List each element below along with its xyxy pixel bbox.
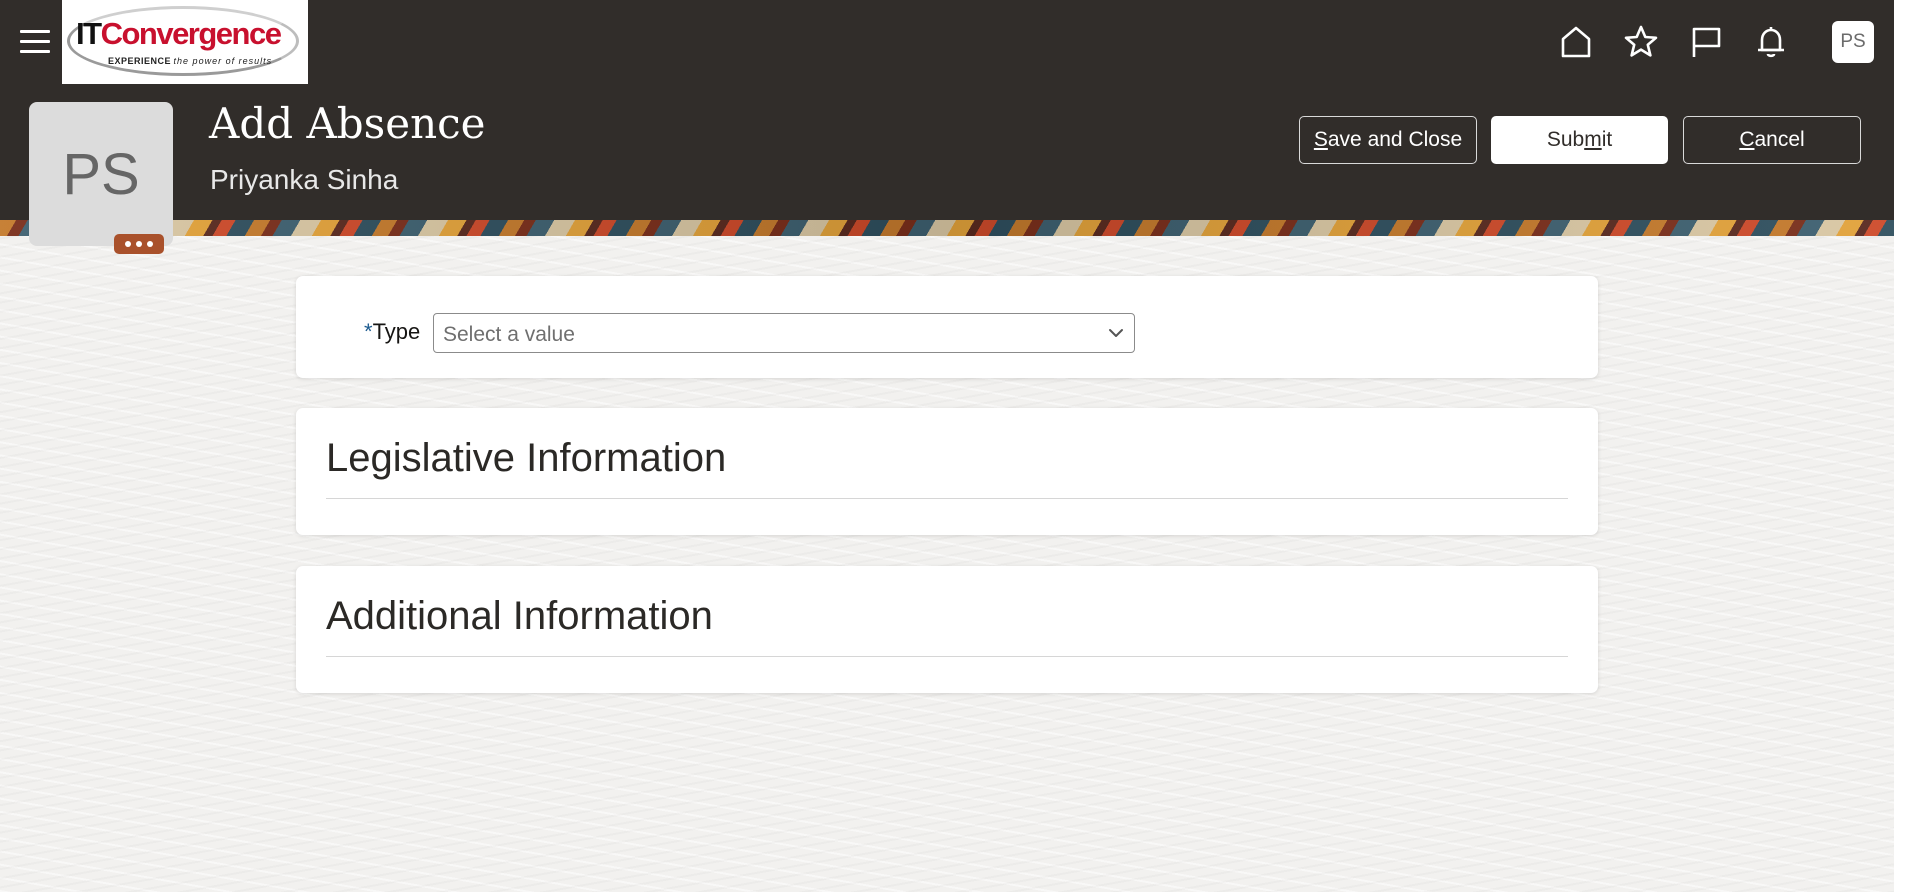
- user-menu-avatar[interactable]: PS: [1832, 21, 1874, 63]
- logo-wordmark: ITConvergence: [76, 16, 282, 51]
- type-select-placeholder: Select a value: [443, 323, 575, 346]
- company-logo[interactable]: ITConvergence EXPERIENCE the power of re…: [62, 0, 308, 84]
- additional-information-section: Additional Information: [296, 566, 1598, 693]
- flag-icon[interactable]: [1686, 22, 1726, 62]
- section-title: Legislative Information: [326, 436, 727, 480]
- type-label: *Type: [364, 319, 421, 344]
- home-icon[interactable]: [1556, 22, 1596, 62]
- bell-icon[interactable]: [1751, 22, 1791, 62]
- save-and-close-button[interactable]: Save and Close: [1299, 116, 1477, 164]
- section-divider: [326, 656, 1568, 657]
- person-name: Priyanka Sinha: [210, 164, 399, 195]
- legislative-information-section: Legislative Information: [296, 408, 1598, 535]
- type-card: *Type Select a value: [296, 276, 1598, 378]
- required-marker: *: [364, 319, 373, 344]
- person-avatar[interactable]: PS: [29, 102, 173, 246]
- logo-tagline: EXPERIENCE the power of results: [108, 56, 273, 66]
- section-title: Additional Information: [326, 594, 713, 638]
- star-icon[interactable]: [1621, 22, 1661, 62]
- section-divider: [326, 498, 1568, 499]
- global-header: ITConvergence EXPERIENCE the power of re…: [0, 0, 1894, 220]
- decorative-banner-shade: [0, 220, 1894, 236]
- cancel-button[interactable]: Cancel: [1683, 116, 1861, 164]
- type-select[interactable]: Select a value: [433, 313, 1135, 353]
- more-actions-icon[interactable]: [114, 234, 164, 254]
- hamburger-icon[interactable]: [20, 27, 50, 57]
- page-edge: [1894, 0, 1920, 892]
- page-title: Add Absence: [209, 99, 486, 148]
- submit-button[interactable]: Sub m it: [1491, 116, 1668, 164]
- chevron-down-icon: [1107, 326, 1125, 345]
